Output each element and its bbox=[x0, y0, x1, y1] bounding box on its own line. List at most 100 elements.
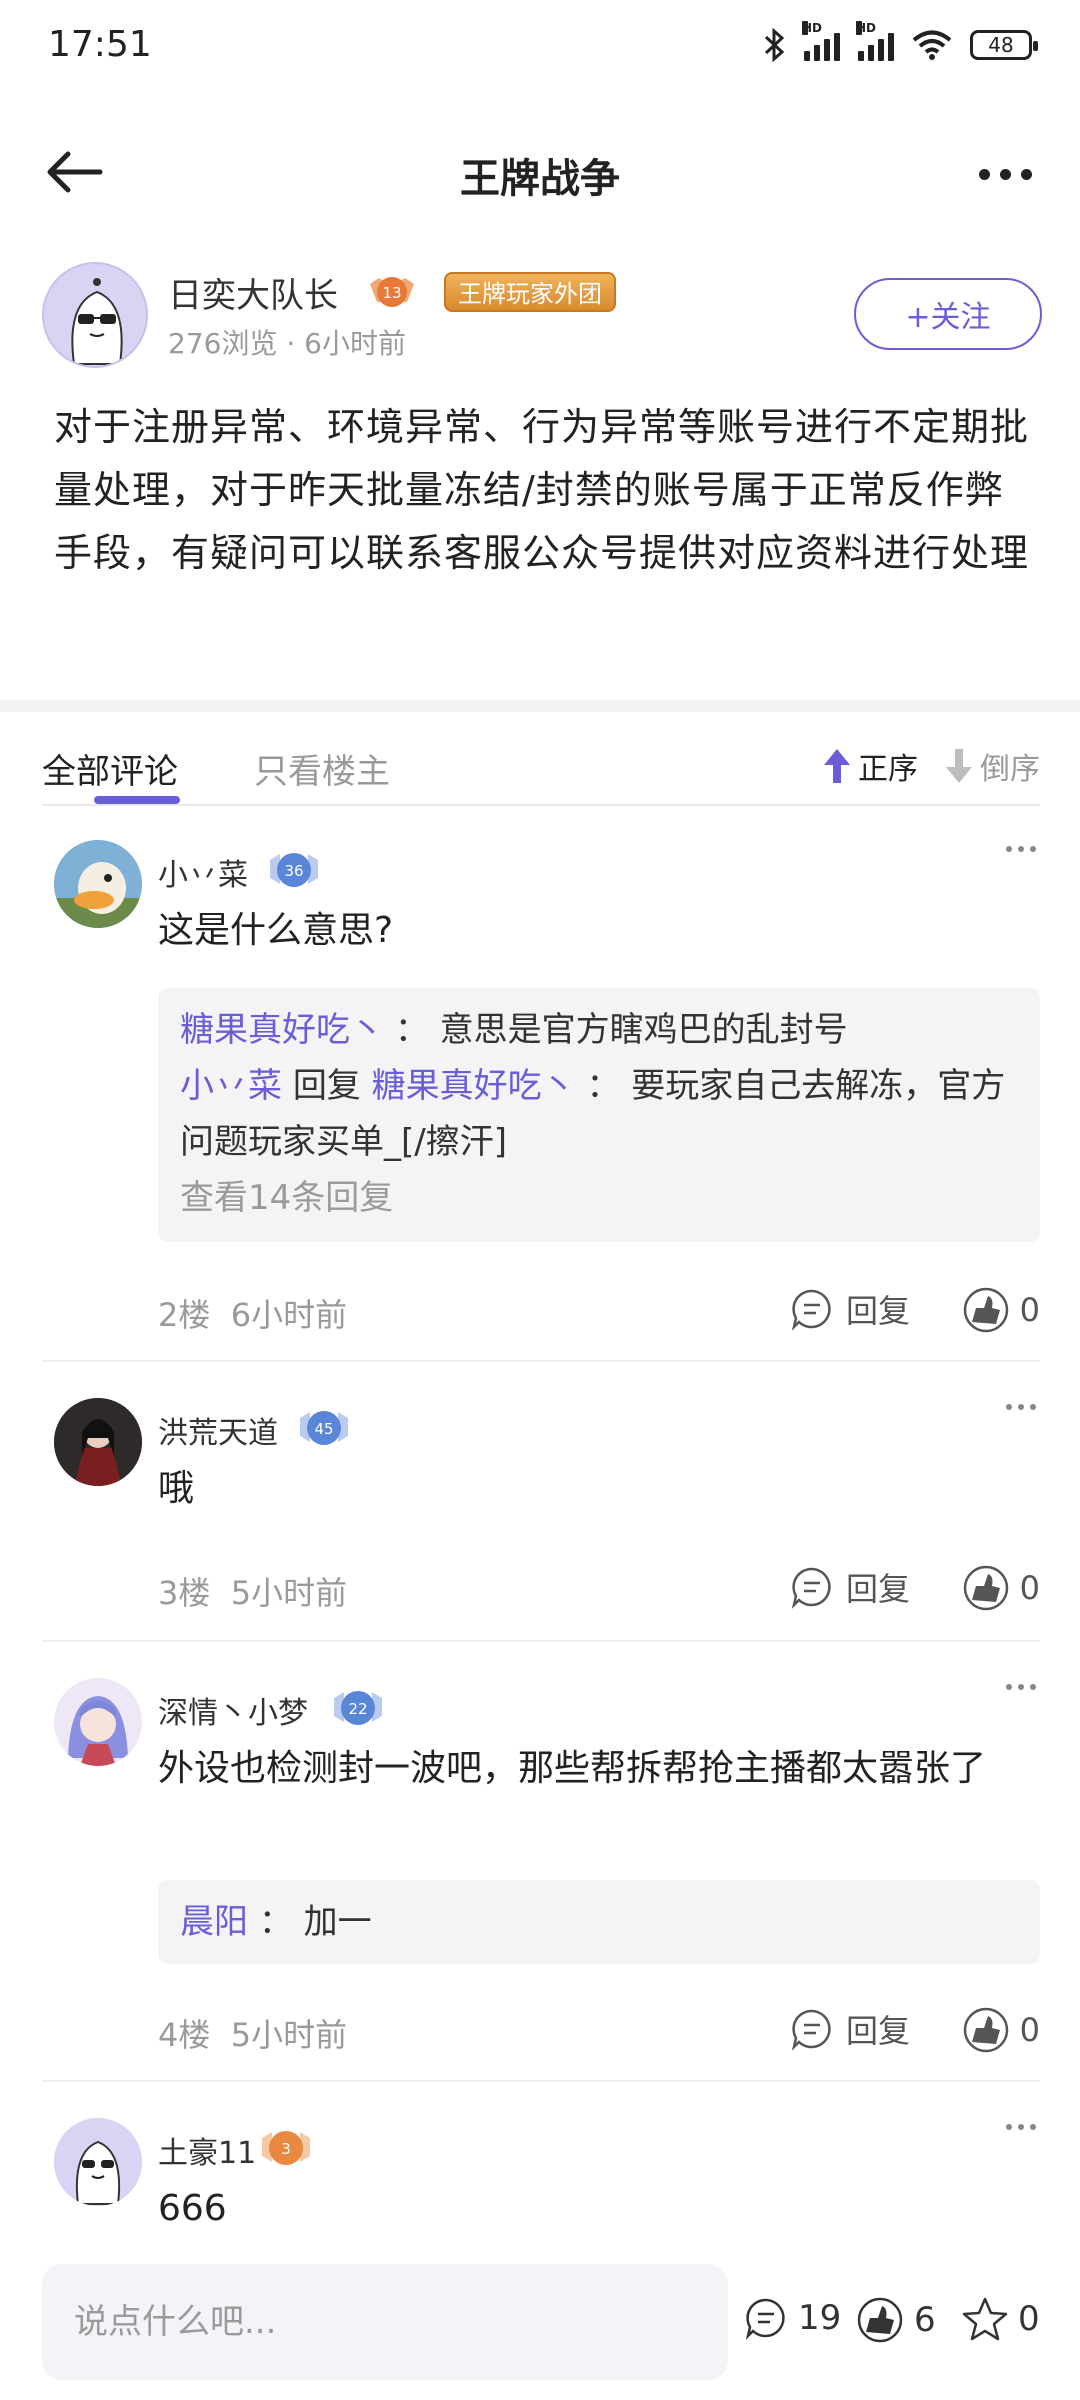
comment-user-name[interactable]: 小丷菜 bbox=[158, 850, 248, 894]
avatar[interactable] bbox=[54, 1398, 142, 1486]
like-icon bbox=[963, 2007, 1008, 2053]
sort-asc-button[interactable]: 正序 bbox=[822, 744, 918, 788]
comment-count-button[interactable]: 19 bbox=[744, 2296, 841, 2340]
comment-floor: 3楼 5小时前 bbox=[158, 1568, 347, 1614]
comment-more-icon[interactable] bbox=[1006, 1684, 1036, 1690]
comment-icon bbox=[791, 1289, 831, 1331]
battery-icon: 48 bbox=[970, 30, 1038, 60]
reply-button[interactable]: 回复 bbox=[790, 1286, 910, 1332]
tab-all-comments[interactable]: 全部评论 bbox=[42, 744, 178, 793]
signal-icon: HD bbox=[856, 21, 894, 61]
comment-item: 土豪11 3 666 bbox=[42, 2118, 1040, 2248]
author-name[interactable]: 日奕大队长 bbox=[168, 268, 338, 317]
comment-time: 6小时前 bbox=[230, 1296, 348, 1334]
reply-text: 加一 bbox=[303, 1902, 372, 1942]
like-count-button[interactable]: 6 bbox=[856, 2296, 936, 2344]
battery-level: 48 bbox=[988, 33, 1014, 57]
reply-box[interactable]: 糖果真好吃丶 ： 意思是官方瞎鸡巴的乱封号 小丷菜 回复 糖果真好吃丶 ： 要玩… bbox=[158, 988, 1040, 1242]
post-time: 6小时前 bbox=[304, 327, 406, 360]
reply-line: 糖果真好吃丶 ： 意思是官方瞎鸡巴的乱封号 bbox=[180, 1002, 1018, 1058]
comment-user-name[interactable]: 洪荒天道 bbox=[158, 1408, 278, 1452]
author-row: 日奕大队长 13 王牌玩家外团 276浏览 · 6小时前 +关注 bbox=[42, 262, 1042, 372]
avatar[interactable] bbox=[42, 262, 148, 368]
level-badge-icon: 45 bbox=[300, 1411, 348, 1445]
comment-footer: 2楼 6小时前 回复 0 bbox=[158, 1280, 1040, 1340]
like-icon bbox=[857, 2297, 903, 2343]
comment-count: 19 bbox=[798, 2298, 842, 2338]
comment-tabs: 全部评论 只看楼主 正序 倒序 bbox=[42, 736, 1040, 806]
sort-asc-label: 正序 bbox=[858, 752, 918, 787]
tab-host-only[interactable]: 只看楼主 bbox=[254, 744, 390, 793]
comment-footer: 4楼 5小时前 回复 0 bbox=[158, 2000, 1040, 2060]
bottom-bar: 说点什么吧... 19 6 0 bbox=[0, 2256, 1080, 2400]
comment-text: 666 bbox=[158, 2188, 227, 2229]
comment-more-icon[interactable] bbox=[1006, 1404, 1036, 1410]
reply-target[interactable]: 糖果真好吃丶 bbox=[372, 1066, 576, 1106]
comment-text: 这是什么意思? bbox=[158, 910, 394, 951]
view-more-replies[interactable]: 查看14条回复 bbox=[180, 1170, 1018, 1226]
favorite-button[interactable]: 0 bbox=[962, 2296, 1040, 2342]
comment-item: 深情丶小梦 22 外设也检测封一波吧，那些帮拆帮抢主播都太嚣张了 晨阳 ： 加一… bbox=[42, 1678, 1040, 2078]
status-bar: 17:51 HD HD 48 bbox=[0, 0, 1080, 100]
comment-item: 小丷菜 36 这是什么意思? 糖果真好吃丶 ： 意思是官方瞎鸡巴的乱封号 小丷菜… bbox=[42, 840, 1040, 1360]
comment-icon bbox=[791, 2009, 831, 2051]
comment-more-icon[interactable] bbox=[1006, 2124, 1036, 2130]
comment-icon bbox=[745, 2298, 785, 2340]
level-number: 3 bbox=[281, 2140, 291, 2158]
warrior-avatar-icon bbox=[54, 1398, 142, 1486]
comment-floor: 2楼 6小时前 bbox=[158, 1290, 347, 1336]
level-number: 22 bbox=[348, 1700, 367, 1718]
reply-author[interactable]: 小丷菜 bbox=[180, 1066, 282, 1106]
reply-button[interactable]: 回复 bbox=[790, 2006, 910, 2052]
floor-number: 4楼 bbox=[158, 2016, 211, 2054]
like-button[interactable]: 0 bbox=[962, 2006, 1040, 2054]
bluetooth-icon bbox=[764, 28, 785, 62]
like-button[interactable]: 0 bbox=[962, 1564, 1040, 1612]
level-badge-icon: 13 bbox=[370, 277, 414, 307]
more-icon[interactable] bbox=[970, 146, 1040, 202]
avatar[interactable] bbox=[54, 840, 142, 928]
avatar[interactable] bbox=[54, 2118, 142, 2206]
author-level-number: 13 bbox=[382, 284, 401, 302]
like-icon bbox=[963, 1287, 1008, 1333]
section-divider bbox=[0, 700, 1080, 712]
reply-line: 小丷菜 回复 糖果真好吃丶 ： 要玩家自己去解冻，官方问题玩家买单_[/擦汗] bbox=[180, 1058, 1018, 1170]
reply-button[interactable]: 回复 bbox=[790, 1564, 910, 1610]
sort-desc-button[interactable]: 倒序 bbox=[944, 744, 1040, 788]
star-icon bbox=[962, 2297, 1008, 2341]
comment-input[interactable]: 说点什么吧... bbox=[42, 2264, 728, 2380]
reply-label: 回复 bbox=[845, 1570, 910, 1608]
reply-word: 回复 bbox=[292, 1066, 361, 1106]
status-time: 17:51 bbox=[48, 24, 152, 65]
duck-avatar-icon bbox=[54, 840, 142, 928]
comment-user-name[interactable]: 土豪11 bbox=[158, 2128, 256, 2172]
like-button[interactable]: 0 bbox=[962, 1286, 1040, 1334]
level-badge-icon: 3 bbox=[262, 2131, 310, 2165]
girl-avatar-icon bbox=[54, 1678, 142, 1766]
favorite-count: 0 bbox=[1018, 2299, 1040, 2339]
comment-user-name[interactable]: 深情丶小梦 bbox=[158, 1688, 308, 1732]
ghost-avatar-icon bbox=[54, 2118, 142, 2206]
like-count: 0 bbox=[1019, 1291, 1040, 1329]
floor-number: 3楼 bbox=[158, 1574, 211, 1612]
follow-button[interactable]: +关注 bbox=[854, 278, 1042, 350]
comment-divider bbox=[42, 1360, 1040, 1362]
avatar[interactable] bbox=[54, 1678, 142, 1766]
like-icon bbox=[963, 1565, 1008, 1611]
reply-author[interactable]: 糖果真好吃丶 bbox=[180, 1010, 384, 1050]
sort-down-icon bbox=[946, 749, 972, 783]
level-number: 45 bbox=[314, 1420, 333, 1438]
like-count: 6 bbox=[914, 2300, 936, 2340]
reply-sep: ： bbox=[586, 1066, 621, 1106]
reply-box[interactable]: 晨阳 ： 加一 bbox=[158, 1880, 1040, 1964]
signal-icon: HD bbox=[802, 21, 840, 61]
reply-sep: ： bbox=[258, 1902, 293, 1942]
comment-more-icon[interactable] bbox=[1006, 846, 1036, 852]
post-content: 对于注册异常、环境异常、行为异常等账号进行不定期批量处理，对于昨天批量冻结/封禁… bbox=[54, 405, 1030, 575]
reply-author[interactable]: 晨阳 bbox=[180, 1902, 248, 1942]
reply-label: 回复 bbox=[845, 2012, 910, 2050]
meta-dot: · bbox=[286, 327, 296, 360]
level-number: 36 bbox=[284, 862, 303, 880]
like-count: 0 bbox=[1019, 2011, 1040, 2049]
comment-text: 哦 bbox=[158, 1468, 195, 1509]
